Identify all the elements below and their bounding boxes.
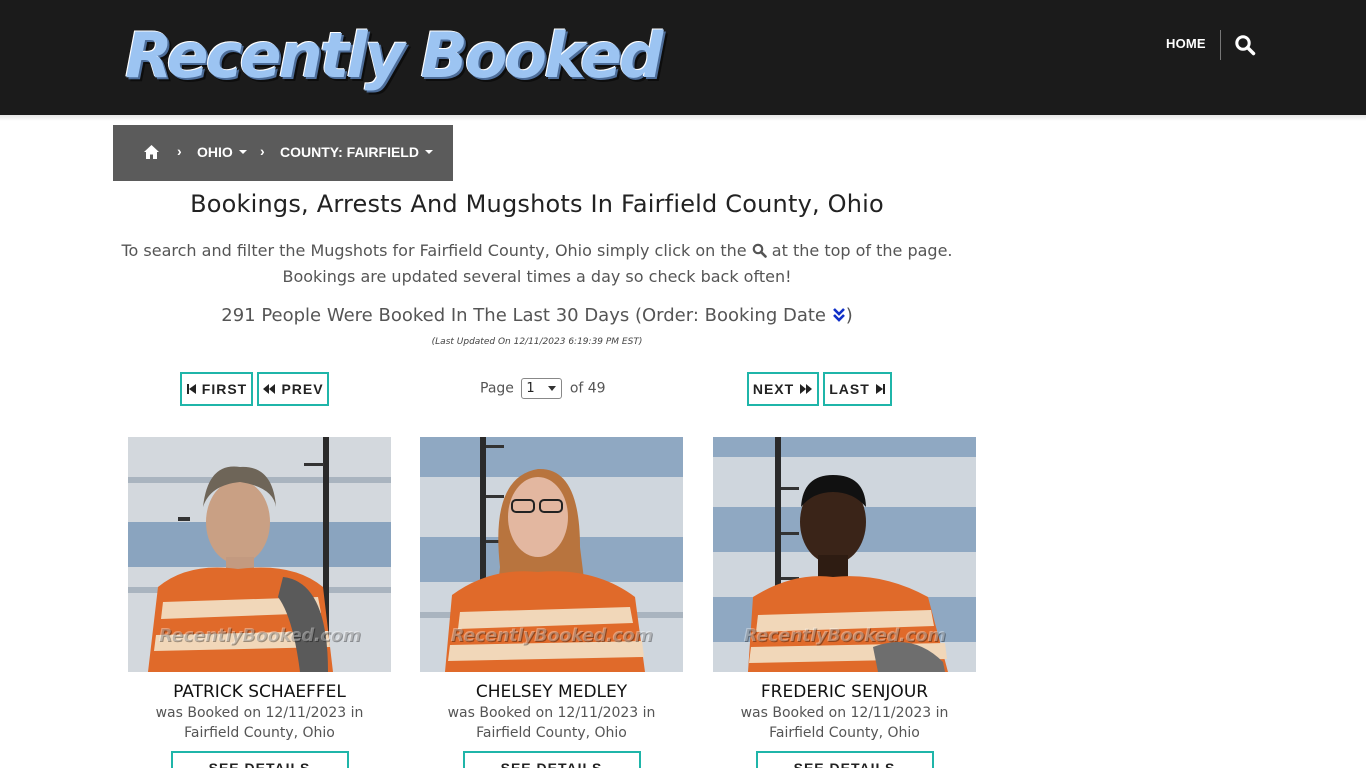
photo-watermark: RecentlyBooked.com xyxy=(743,625,946,646)
search-icon xyxy=(752,240,767,258)
site-header: Recently Booked HOME xyxy=(0,0,1366,115)
booking-info: was Booked on 12/11/2023 in Fairfield Co… xyxy=(713,703,976,743)
person-name[interactable]: PATRICK SCHAEFFEL xyxy=(128,682,391,702)
select-arrow-icon xyxy=(548,386,557,391)
caret-down-icon xyxy=(424,150,433,155)
chevron-right-icon: › xyxy=(260,143,265,159)
first-page-label: FIRST xyxy=(201,381,248,397)
booking-date-text: was Booked on 12/11/2023 in xyxy=(155,705,364,721)
booking-count-close: ) xyxy=(845,305,853,326)
mugshot-image[interactable]: RecentlyBooked.com xyxy=(713,437,976,672)
description-text-start: To search and filter the Mugshots for Fa… xyxy=(121,241,752,260)
step-backward-icon xyxy=(186,384,196,394)
logo-text: Recently Booked xyxy=(125,19,663,92)
page-description: To search and filter the Mugshots for Fa… xyxy=(113,238,961,290)
photo-watermark: RecentlyBooked.com xyxy=(450,625,653,646)
photo-watermark: RecentlyBooked.com xyxy=(158,625,361,646)
booking-count-text: 291 People Were Booked In The Last 30 Da… xyxy=(221,305,832,326)
page-selector: Page 1 of 49 xyxy=(480,378,606,399)
see-details-button[interactable]: SEE DETAILS xyxy=(462,751,641,768)
person-name[interactable]: CHELSEY MEDLEY xyxy=(420,682,683,702)
prev-page-button[interactable]: PREV xyxy=(257,372,329,406)
mugshot-image[interactable]: RecentlyBooked.com xyxy=(420,437,683,672)
last-page-label: LAST xyxy=(829,381,870,397)
see-details-button[interactable]: SEE DETAILS xyxy=(755,751,934,768)
booking-location-text: Fairfield County, Ohio xyxy=(184,725,335,741)
page-number-value: 1 xyxy=(526,381,535,396)
page-label: Page xyxy=(480,380,514,397)
page-number-select[interactable]: 1 xyxy=(521,378,563,399)
page-total: of 49 xyxy=(569,380,606,397)
see-details-button[interactable]: SEE DETAILS xyxy=(170,751,349,768)
person-name[interactable]: FREDERIC SENJOUR xyxy=(713,682,976,702)
booking-info: was Booked on 12/11/2023 in Fairfield Co… xyxy=(128,703,391,743)
home-icon[interactable] xyxy=(143,144,160,160)
booking-card: RecentlyBooked.com FREDERIC SENJOUR was … xyxy=(713,437,976,768)
nav-home-link[interactable]: HOME xyxy=(1166,36,1206,51)
last-updated: (Last Updated On 12/11/2023 6:19:39 PM E… xyxy=(431,337,643,347)
last-page-button[interactable]: LAST xyxy=(823,372,892,406)
forward-icon xyxy=(800,384,813,394)
booking-card: RecentlyBooked.com CHELSEY MEDLEY was Bo… xyxy=(420,437,683,768)
booking-date-text: was Booked on 12/11/2023 in xyxy=(447,705,656,721)
double-chevron-down-icon[interactable] xyxy=(832,307,846,323)
booking-date-text: was Booked on 12/11/2023 in xyxy=(740,705,949,721)
next-page-button[interactable]: NEXT xyxy=(747,372,819,406)
prev-page-label: PREV xyxy=(281,381,324,397)
backward-icon xyxy=(263,384,276,394)
booking-count: 291 People Were Booked In The Last 30 Da… xyxy=(113,305,961,326)
breadcrumb: › OHIO › COUNTY: FAIRFIELD xyxy=(113,125,453,181)
site-logo[interactable]: Recently Booked xyxy=(125,18,663,94)
first-page-button[interactable]: FIRST xyxy=(180,372,253,406)
breadcrumb-state-label: OHIO xyxy=(197,144,233,160)
page-title: Bookings, Arrests And Mugshots In Fairfi… xyxy=(190,190,884,218)
header-shadow xyxy=(0,115,1366,121)
booking-info: was Booked on 12/11/2023 in Fairfield Co… xyxy=(420,703,683,743)
breadcrumb-county-dropdown[interactable]: COUNTY: FAIRFIELD xyxy=(280,144,433,160)
breadcrumb-state-dropdown[interactable]: OHIO xyxy=(197,144,247,160)
booking-card: RecentlyBooked.com PATRICK SCHAEFFEL was… xyxy=(128,437,391,768)
nav-divider xyxy=(1220,30,1221,60)
next-page-label: NEXT xyxy=(752,381,795,397)
breadcrumb-county-label: COUNTY: FAIRFIELD xyxy=(280,144,419,160)
booking-location-text: Fairfield County, Ohio xyxy=(476,725,627,741)
step-forward-icon xyxy=(875,384,885,394)
chevron-right-icon: › xyxy=(177,143,182,159)
search-icon[interactable] xyxy=(1234,34,1256,56)
mugshot-image[interactable]: RecentlyBooked.com xyxy=(128,437,391,672)
booking-location-text: Fairfield County, Ohio xyxy=(769,725,920,741)
caret-down-icon xyxy=(238,150,247,155)
